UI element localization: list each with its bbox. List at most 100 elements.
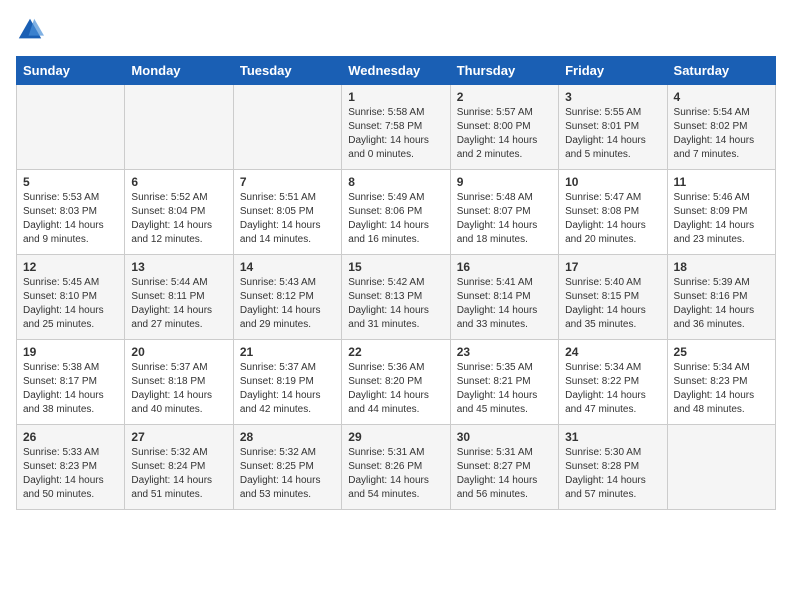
- cell-content: Sunrise: 5:52 AM Sunset: 8:04 PM Dayligh…: [131, 191, 226, 247]
- day-number: 24: [565, 345, 660, 359]
- calendar-cell: 17 Sunrise: 5:40 AM Sunset: 8:15 PM Dayli…: [559, 255, 667, 340]
- cell-content: Sunrise: 5:34 AM Sunset: 8:23 PM Dayligh…: [674, 361, 769, 417]
- col-header-monday: Monday: [125, 57, 233, 85]
- day-number: 14: [240, 260, 335, 274]
- week-row: 12Sunrise: 5:45 AM Sunset: 8:10 PM Dayli…: [17, 255, 776, 340]
- week-row: 1Sunrise: 5:58 AM Sunset: 7:58 PM Daylig…: [17, 85, 776, 170]
- cell-content: Sunrise: 5:53 AM Sunset: 8:03 PM Dayligh…: [23, 191, 118, 247]
- week-row: 19Sunrise: 5:38 AM Sunset: 8:17 PM Dayli…: [17, 340, 776, 425]
- logo-icon: [16, 16, 44, 44]
- cell-content: Sunrise: 5:31 AM Sunset: 8:26 PM Dayligh…: [348, 446, 443, 502]
- cell-content: Sunrise: 5:34 AM Sunset: 8:22 PM Dayligh…: [565, 361, 660, 417]
- day-number: 12: [23, 260, 118, 274]
- calendar-cell: 9 Sunrise: 5:48 AM Sunset: 8:07 PM Daylig…: [450, 170, 558, 255]
- day-number: 11: [674, 175, 769, 189]
- calendar-cell: 20 Sunrise: 5:37 AM Sunset: 8:18 PM Dayli…: [125, 340, 233, 425]
- cell-content: Sunrise: 5:37 AM Sunset: 8:19 PM Dayligh…: [240, 361, 335, 417]
- calendar-cell: 21 Sunrise: 5:37 AM Sunset: 8:19 PM Dayli…: [233, 340, 341, 425]
- day-number: 27: [131, 430, 226, 444]
- day-number: 4: [674, 90, 769, 104]
- calendar-cell: [17, 85, 125, 170]
- logo: [16, 16, 48, 44]
- day-number: 17: [565, 260, 660, 274]
- calendar-cell: 26 Sunrise: 5:33 AM Sunset: 8:23 PM Dayli…: [17, 425, 125, 510]
- calendar-cell: 11Sunrise: 5:46 AM Sunset: 8:09 PM Dayli…: [667, 170, 775, 255]
- calendar-cell: 5 Sunrise: 5:53 AM Sunset: 8:03 PM Daylig…: [17, 170, 125, 255]
- calendar-cell: 16 Sunrise: 5:41 AM Sunset: 8:14 PM Dayli…: [450, 255, 558, 340]
- calendar-cell: 12Sunrise: 5:45 AM Sunset: 8:10 PM Dayli…: [17, 255, 125, 340]
- calendar-cell: 23 Sunrise: 5:35 AM Sunset: 8:21 PM Dayli…: [450, 340, 558, 425]
- calendar-cell: 10 Sunrise: 5:47 AM Sunset: 8:08 PM Dayli…: [559, 170, 667, 255]
- week-row: 5 Sunrise: 5:53 AM Sunset: 8:03 PM Daylig…: [17, 170, 776, 255]
- calendar-cell: [233, 85, 341, 170]
- cell-content: Sunrise: 5:49 AM Sunset: 8:06 PM Dayligh…: [348, 191, 443, 247]
- calendar-cell: 18 Sunrise: 5:39 AM Sunset: 8:16 PM Dayli…: [667, 255, 775, 340]
- day-number: 23: [457, 345, 552, 359]
- calendar-cell: 14 Sunrise: 5:43 AM Sunset: 8:12 PM Dayli…: [233, 255, 341, 340]
- col-header-saturday: Saturday: [667, 57, 775, 85]
- calendar-cell: 2 Sunrise: 5:57 AM Sunset: 8:00 PM Daylig…: [450, 85, 558, 170]
- calendar-cell: 30 Sunrise: 5:31 AM Sunset: 8:27 PM Dayli…: [450, 425, 558, 510]
- day-number: 9: [457, 175, 552, 189]
- cell-content: Sunrise: 5:37 AM Sunset: 8:18 PM Dayligh…: [131, 361, 226, 417]
- calendar-cell: 6 Sunrise: 5:52 AM Sunset: 8:04 PM Daylig…: [125, 170, 233, 255]
- day-number: 13: [131, 260, 226, 274]
- calendar-cell: [667, 425, 775, 510]
- cell-content: Sunrise: 5:41 AM Sunset: 8:14 PM Dayligh…: [457, 276, 552, 332]
- day-number: 26: [23, 430, 118, 444]
- cell-content: Sunrise: 5:57 AM Sunset: 8:00 PM Dayligh…: [457, 106, 552, 162]
- cell-content: Sunrise: 5:40 AM Sunset: 8:15 PM Dayligh…: [565, 276, 660, 332]
- cell-content: Sunrise: 5:36 AM Sunset: 8:20 PM Dayligh…: [348, 361, 443, 417]
- day-number: 31: [565, 430, 660, 444]
- cell-content: Sunrise: 5:43 AM Sunset: 8:12 PM Dayligh…: [240, 276, 335, 332]
- cell-content: Sunrise: 5:33 AM Sunset: 8:23 PM Dayligh…: [23, 446, 118, 502]
- day-number: 20: [131, 345, 226, 359]
- calendar-cell: 27 Sunrise: 5:32 AM Sunset: 8:24 PM Dayli…: [125, 425, 233, 510]
- day-number: 15: [348, 260, 443, 274]
- calendar-cell: [125, 85, 233, 170]
- cell-content: Sunrise: 5:31 AM Sunset: 8:27 PM Dayligh…: [457, 446, 552, 502]
- cell-content: Sunrise: 5:58 AM Sunset: 7:58 PM Dayligh…: [348, 106, 443, 162]
- calendar-cell: 8 Sunrise: 5:49 AM Sunset: 8:06 PM Daylig…: [342, 170, 450, 255]
- day-number: 7: [240, 175, 335, 189]
- col-header-thursday: Thursday: [450, 57, 558, 85]
- calendar-cell: 22Sunrise: 5:36 AM Sunset: 8:20 PM Dayli…: [342, 340, 450, 425]
- page-header: [16, 16, 776, 44]
- calendar-cell: 19Sunrise: 5:38 AM Sunset: 8:17 PM Dayli…: [17, 340, 125, 425]
- cell-content: Sunrise: 5:39 AM Sunset: 8:16 PM Dayligh…: [674, 276, 769, 332]
- calendar-cell: 7 Sunrise: 5:51 AM Sunset: 8:05 PM Daylig…: [233, 170, 341, 255]
- calendar-cell: 4 Sunrise: 5:54 AM Sunset: 8:02 PM Daylig…: [667, 85, 775, 170]
- day-number: 29: [348, 430, 443, 444]
- cell-content: Sunrise: 5:48 AM Sunset: 8:07 PM Dayligh…: [457, 191, 552, 247]
- calendar-cell: 1Sunrise: 5:58 AM Sunset: 7:58 PM Daylig…: [342, 85, 450, 170]
- cell-content: Sunrise: 5:54 AM Sunset: 8:02 PM Dayligh…: [674, 106, 769, 162]
- day-number: 18: [674, 260, 769, 274]
- day-number: 21: [240, 345, 335, 359]
- day-number: 3: [565, 90, 660, 104]
- day-number: 10: [565, 175, 660, 189]
- cell-content: Sunrise: 5:51 AM Sunset: 8:05 PM Dayligh…: [240, 191, 335, 247]
- cell-content: Sunrise: 5:35 AM Sunset: 8:21 PM Dayligh…: [457, 361, 552, 417]
- cell-content: Sunrise: 5:42 AM Sunset: 8:13 PM Dayligh…: [348, 276, 443, 332]
- calendar-cell: 13Sunrise: 5:44 AM Sunset: 8:11 PM Dayli…: [125, 255, 233, 340]
- cell-content: Sunrise: 5:47 AM Sunset: 8:08 PM Dayligh…: [565, 191, 660, 247]
- day-number: 6: [131, 175, 226, 189]
- day-number: 16: [457, 260, 552, 274]
- calendar-cell: 31Sunrise: 5:30 AM Sunset: 8:28 PM Dayli…: [559, 425, 667, 510]
- day-number: 28: [240, 430, 335, 444]
- day-number: 2: [457, 90, 552, 104]
- calendar-cell: 29 Sunrise: 5:31 AM Sunset: 8:26 PM Dayli…: [342, 425, 450, 510]
- day-number: 5: [23, 175, 118, 189]
- calendar-table: SundayMondayTuesdayWednesdayThursdayFrid…: [16, 56, 776, 510]
- calendar-cell: 25Sunrise: 5:34 AM Sunset: 8:23 PM Dayli…: [667, 340, 775, 425]
- day-number: 8: [348, 175, 443, 189]
- col-header-wednesday: Wednesday: [342, 57, 450, 85]
- cell-content: Sunrise: 5:32 AM Sunset: 8:25 PM Dayligh…: [240, 446, 335, 502]
- col-header-sunday: Sunday: [17, 57, 125, 85]
- cell-content: Sunrise: 5:32 AM Sunset: 8:24 PM Dayligh…: [131, 446, 226, 502]
- calendar-cell: 24 Sunrise: 5:34 AM Sunset: 8:22 PM Dayli…: [559, 340, 667, 425]
- cell-content: Sunrise: 5:38 AM Sunset: 8:17 PM Dayligh…: [23, 361, 118, 417]
- calendar-cell: 15 Sunrise: 5:42 AM Sunset: 8:13 PM Dayli…: [342, 255, 450, 340]
- day-number: 30: [457, 430, 552, 444]
- col-header-tuesday: Tuesday: [233, 57, 341, 85]
